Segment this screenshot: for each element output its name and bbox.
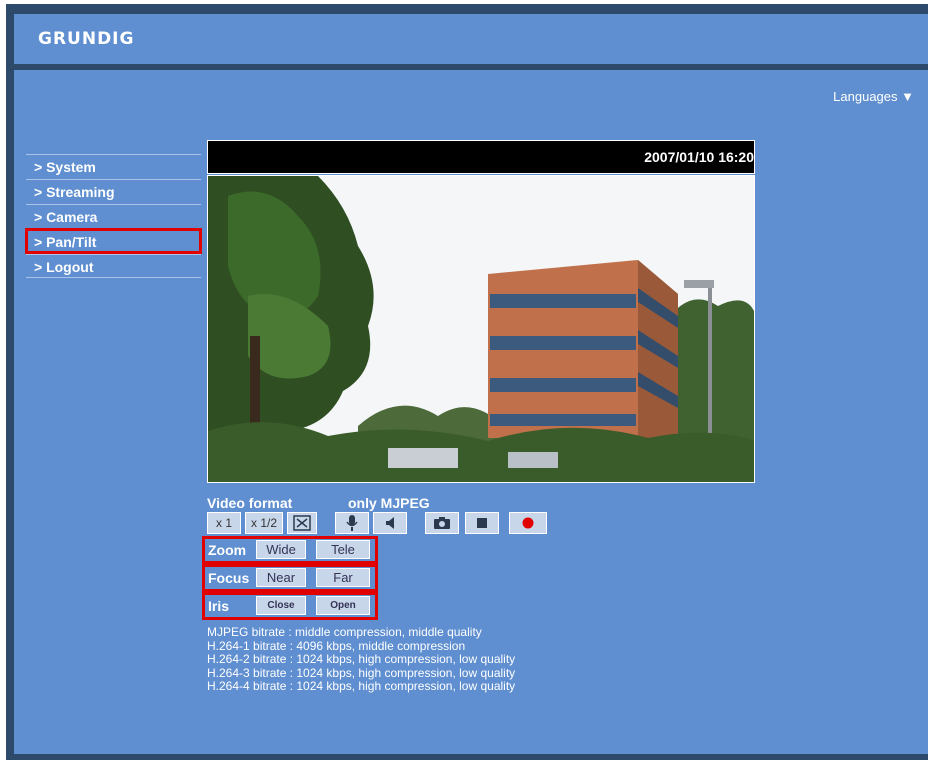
focus-near-button[interactable]: Near (256, 568, 306, 587)
bitrate-line-h264-1: H.264-1 bitrate : 4096 kbps, middle comp… (207, 638, 466, 653)
zoom-wide-button[interactable]: Wide (256, 540, 306, 559)
sidebar-item-logout[interactable]: > Logout (26, 254, 201, 278)
camera-scene (208, 176, 754, 482)
sidebar-item-streaming[interactable]: > Streaming (26, 179, 201, 203)
bitrate-info: MJPEG bitrate : middle compression, midd… (207, 625, 516, 694)
sidebar-nav: > System > Streaming > Camera > Pan/Tilt… (25, 154, 202, 279)
stop-button[interactable] (465, 512, 499, 534)
bitrate-line-h264-4: H.264-4 bitrate : 1024 kbps, high compre… (207, 679, 516, 693)
focus-control-row: Focus Near Far (202, 564, 378, 592)
brand-logo: GRUNDIG (38, 29, 135, 49)
focus-label: Focus (208, 570, 250, 586)
video-format-value: only MJPEG (348, 495, 430, 511)
languages-dropdown[interactable]: Languages ▼ (833, 89, 914, 104)
bitrate-line-h264-3: H.264-3 bitrate : 1024 kbps, high compre… (207, 665, 516, 680)
snapshot-button[interactable] (425, 512, 459, 534)
main-panel: Languages ▼ > System > Streaming > Camer… (14, 70, 928, 754)
record-icon (522, 517, 534, 529)
fullscreen-button[interactable] (287, 512, 317, 534)
microphone-button[interactable] (335, 512, 369, 534)
sidebar-item-system[interactable]: > System (26, 154, 201, 178)
zoom-label: Zoom (208, 542, 247, 558)
focus-far-button[interactable]: Far (316, 568, 370, 587)
zoom-tele-button[interactable]: Tele (316, 540, 370, 559)
timestamp: 2007/01/10 16:20 (644, 149, 754, 165)
record-button[interactable] (509, 512, 547, 534)
bitrate-line-h264-2: H.264-2 bitrate : 1024 kbps, high compre… (207, 652, 516, 666)
zoom-control-row: Zoom Wide Tele (202, 536, 378, 564)
video-format-label: Video format (207, 495, 293, 511)
iris-label: Iris (208, 598, 230, 614)
sidebar-item-pan-tilt[interactable]: > Pan/Tilt (25, 228, 202, 254)
iris-close-button[interactable]: Close (256, 596, 306, 615)
speaker-icon (386, 517, 394, 529)
timestamp-bar: 2007/01/10 16:20 (207, 140, 755, 174)
zoom-x1-button[interactable]: x 1 (207, 512, 241, 534)
speaker-button[interactable] (373, 512, 407, 534)
header-bar: GRUNDIG (14, 14, 928, 64)
fullscreen-icon (293, 515, 311, 531)
bitrate-line-mjpeg: MJPEG bitrate : middle compression, midd… (207, 625, 482, 639)
zoom-half-button[interactable]: x 1/2 (245, 512, 283, 534)
iris-control-row: Iris Close Open (202, 592, 378, 620)
iris-open-button[interactable]: Open (316, 596, 370, 615)
camera-icon (434, 517, 450, 529)
microphone-icon (346, 515, 358, 531)
stop-icon (477, 518, 487, 528)
live-video-view[interactable] (207, 175, 755, 483)
sidebar-item-camera[interactable]: > Camera (26, 204, 201, 228)
